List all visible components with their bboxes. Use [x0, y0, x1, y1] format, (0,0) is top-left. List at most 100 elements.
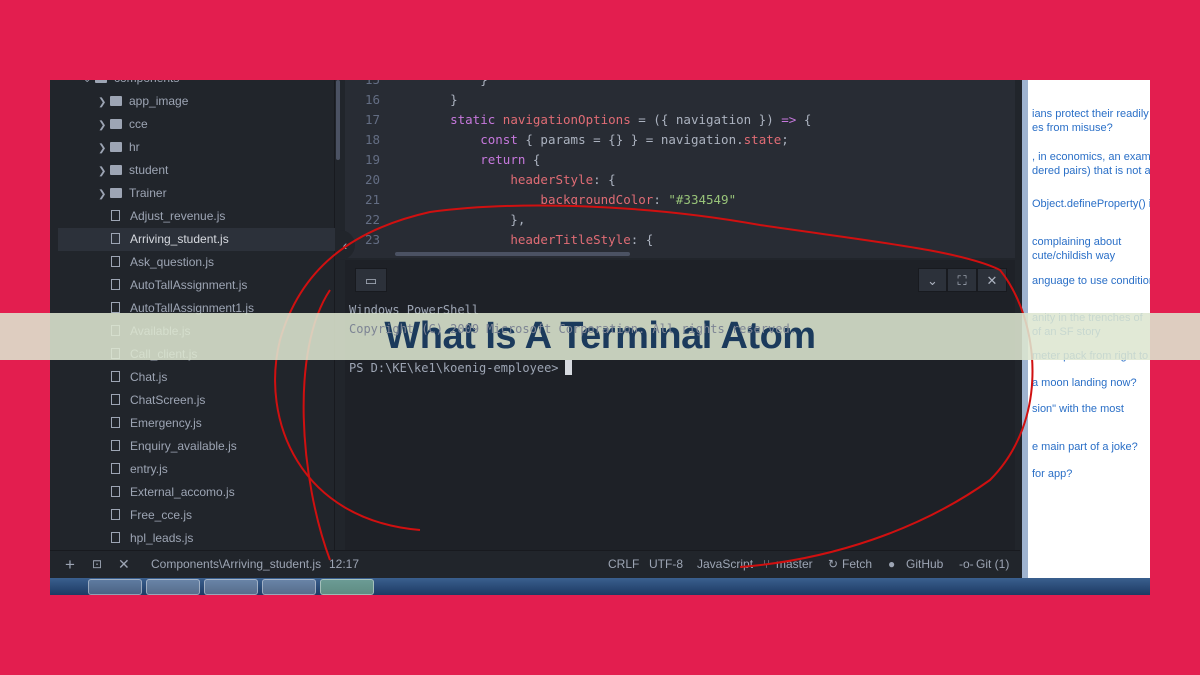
tree-item[interactable]: ❯ cce	[58, 113, 335, 136]
terminal-panel[interactable]: ▭ ⌄ ⛶ ✕ Windows PowerShell PS D:\KE\ke1\…	[345, 260, 1015, 550]
file-icon	[111, 210, 120, 221]
terminal-icon[interactable]: ▭	[355, 268, 387, 292]
line-number: 16	[364, 92, 380, 107]
file-icon	[111, 463, 120, 474]
code-line[interactable]: 23 headerTitleStyle: {	[345, 230, 653, 250]
tree-item-label: Emergency.js	[130, 416, 202, 430]
folder-icon[interactable]	[262, 579, 316, 595]
close-icon[interactable]: ✕	[118, 551, 130, 578]
question-link[interactable]: dered pairs) that is not a	[1032, 164, 1150, 178]
file-icon	[111, 256, 120, 267]
question-link[interactable]: for app?	[1032, 467, 1072, 481]
status-grammar[interactable]: JavaScript	[697, 551, 753, 578]
tree-item[interactable]: ❯ hr	[58, 136, 335, 159]
terminal-prompt[interactable]: PS D:\KE\ke1\koenig-employee>	[349, 360, 572, 375]
folder-icon	[110, 188, 122, 198]
status-github[interactable]: GitHub	[906, 551, 943, 578]
code-line[interactable]: 20 headerStyle: {	[345, 170, 616, 190]
prompt-text: PS D:\KE\ke1\koenig-employee>	[349, 361, 559, 375]
add-icon[interactable]: +	[65, 551, 75, 578]
tree-item[interactable]: hpl_leads.js	[58, 527, 335, 550]
line-number: 19	[364, 152, 380, 167]
code-line[interactable]: 18 const { params = {} } = navigation.st…	[345, 130, 789, 150]
tree-item[interactable]: Emergency.js	[58, 412, 335, 435]
status-cursor[interactable]: 12:17	[329, 551, 359, 578]
question-link[interactable]: Object.defineProperty() i	[1032, 197, 1150, 211]
tree-item[interactable]: Enquiry_available.js	[58, 435, 335, 458]
question-link[interactable]: sion" with the most	[1032, 402, 1124, 416]
tree-item-label: Adjust_revenue.js	[130, 209, 226, 223]
tree-item[interactable]: ❯ student	[58, 159, 335, 182]
tree-item-label: AutoTallAssignment.js	[130, 278, 248, 292]
tree-item[interactable]: AutoTallAssignment.js	[58, 274, 335, 297]
tree-item[interactable]: ⌄components	[58, 80, 335, 90]
tree-item-label: student	[129, 163, 169, 177]
tree-item[interactable]: ❯ app_image	[58, 90, 335, 113]
file-icon	[111, 509, 120, 520]
status-encoding[interactable]: UTF-8	[649, 551, 683, 578]
folder-icon	[110, 119, 122, 129]
question-link[interactable]: cute/childish way	[1032, 249, 1115, 263]
status-fetch[interactable]: Fetch	[842, 551, 872, 578]
question-link[interactable]: anguage to use conditiona	[1032, 274, 1150, 288]
chevron-right-icon[interactable]: ❯	[98, 160, 110, 183]
code-line[interactable]: 16 }	[345, 90, 458, 110]
question-link[interactable]: a moon landing now?	[1032, 376, 1137, 390]
code-line[interactable]: 19 return {	[345, 150, 541, 170]
status-file-path[interactable]: Components\Arriving_student.js	[151, 551, 321, 578]
chevron-down-icon[interactable]: ⌄	[918, 268, 947, 292]
chevron-right-icon[interactable]: ❯	[98, 137, 110, 160]
question-link[interactable]: ians protect their readily	[1032, 107, 1149, 121]
cmd-icon[interactable]	[204, 579, 258, 595]
line-number: 21	[364, 192, 380, 207]
app-icon[interactable]	[146, 579, 200, 595]
tree-item[interactable]: External_accomo.js	[58, 481, 335, 504]
code-line[interactable]: 17 static navigationOptions = ({ navigat…	[345, 110, 811, 130]
question-link[interactable]: , in economics, an exam	[1032, 150, 1150, 164]
tree-item-label: Trainer	[129, 186, 167, 200]
code-line[interactable]: 21 backgroundColor: "#334549"	[345, 190, 736, 210]
file-icon	[111, 440, 120, 451]
maximize-icon[interactable]: ⛶	[947, 268, 977, 292]
status-branch[interactable]: master	[776, 551, 813, 578]
file-icon	[111, 302, 120, 313]
tree-item-label: components	[114, 80, 179, 85]
code-editor[interactable]: 15 }16 }17 static navigationOptions = ({…	[345, 80, 1015, 258]
file-icon	[111, 417, 120, 428]
tree-item[interactable]: Free_cce.js	[58, 504, 335, 527]
chevron-right-icon[interactable]: ❯	[98, 183, 110, 206]
tree-item[interactable]: Chat.js	[58, 366, 335, 389]
tree-item-label: Free_cce.js	[130, 508, 193, 522]
chevron-right-icon[interactable]: ❯	[98, 91, 110, 114]
tree-item[interactable]: ❯ Trainer	[58, 182, 335, 205]
file-icon	[111, 532, 120, 543]
tree-item[interactable]: entry.js	[58, 458, 335, 481]
fetch-icon: ↻	[828, 557, 839, 571]
code-line[interactable]: 22 },	[345, 210, 525, 230]
question-link[interactable]: complaining about	[1032, 235, 1121, 249]
question-link[interactable]: e main part of a joke?	[1032, 440, 1138, 454]
tree-item-label: Enquiry_available.js	[130, 439, 237, 453]
status-git[interactable]: Git (1)	[976, 551, 1009, 578]
editor-horizontal-scrollbar[interactable]	[395, 252, 630, 256]
app-icon[interactable]	[378, 579, 432, 595]
terminal-icon[interactable]: ⊡	[92, 551, 102, 578]
question-link[interactable]: es from misuse?	[1032, 121, 1113, 135]
close-icon[interactable]: ✕	[977, 268, 1007, 292]
tree-item-label: External_accomo.js	[130, 485, 235, 499]
status-line-ending[interactable]: CRLF	[608, 551, 639, 578]
tree-item-label: hpl_leads.js	[130, 531, 194, 545]
tree-item[interactable]: Adjust_revenue.js	[58, 205, 335, 228]
tree-item[interactable]: ChatScreen.js	[58, 389, 335, 412]
file-icon	[111, 394, 120, 405]
sidebar-scrollbar[interactable]	[336, 80, 340, 160]
tree-item-label: app_image	[129, 94, 189, 108]
tree-item[interactable]: Ask_question.js	[58, 251, 335, 274]
tree-item-label: entry.js	[130, 462, 168, 476]
status-bar: + ⊡ ✕ Components\Arriving_student.js 12:…	[50, 550, 1020, 578]
code-line[interactable]: 15 }	[345, 80, 488, 90]
chevron-right-icon[interactable]: ❯	[98, 114, 110, 137]
chrome-icon[interactable]	[88, 579, 142, 595]
tree-item[interactable]: Arriving_student.js	[58, 228, 335, 251]
atom-icon[interactable]	[320, 579, 374, 595]
